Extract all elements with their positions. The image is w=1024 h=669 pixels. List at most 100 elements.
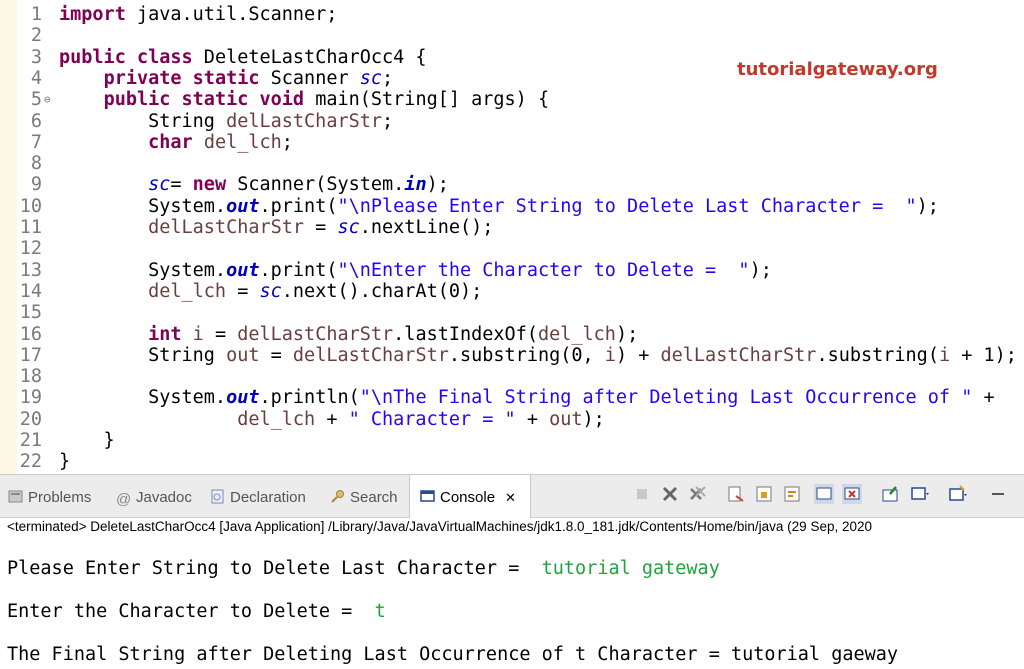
scroll-lock-icon[interactable] (754, 484, 774, 504)
code-token: = (304, 217, 338, 238)
code-token: } (59, 451, 71, 473)
code-token: System. (59, 195, 227, 217)
show-console-output-icon[interactable] (814, 484, 834, 504)
code-token: ) + (615, 344, 661, 366)
code-token: = (259, 344, 293, 366)
code-token: .print( (259, 195, 338, 217)
tab-declaration[interactable]: Declaration (210, 475, 306, 518)
code-text: public class DeleteLastCharOcc4 { (59, 47, 427, 68)
code-text: } (59, 451, 70, 472)
code-text: System.out.print("\nPlease Enter String … (59, 196, 939, 217)
code-token: static (181, 89, 249, 111)
terminate-icon[interactable] (632, 484, 652, 504)
minimize-icon[interactable] (988, 484, 1008, 504)
javadoc-icon: @ (116, 491, 132, 508)
tab-console[interactable]: Console ✕ (409, 475, 531, 518)
code-token: main(String[] args) { (304, 89, 550, 111)
code-token: del_lch (237, 408, 316, 430)
line-number: 5 (30, 89, 42, 111)
code-token: .substring( (816, 344, 939, 366)
code-editor[interactable]: 1 import java.util.Scanner; 2 3 public class… (0, 0, 1024, 474)
open-console-icon[interactable] (948, 484, 968, 504)
tab-label: Search (350, 489, 398, 506)
code-token: String (59, 344, 227, 366)
tab-label: Console (440, 489, 496, 506)
line-number: 9 (30, 174, 42, 196)
line-number: 21 (19, 430, 42, 451)
line-number: 16 (19, 323, 42, 345)
code-token: del_lch (148, 280, 227, 302)
console-icon (420, 490, 435, 502)
line-number: 18 (19, 366, 42, 388)
code-token: sc (337, 217, 360, 238)
remove-launch-icon[interactable] (660, 484, 680, 504)
close-icon[interactable]: ✕ (505, 490, 516, 505)
code-token: .substring(0, (448, 344, 605, 366)
tab-javadoc[interactable]: @ Javadoc (116, 475, 192, 518)
code-token: } (59, 430, 115, 451)
declaration-icon (211, 489, 224, 504)
code-token: + 1); (950, 344, 1017, 366)
code-token: public (103, 89, 171, 111)
code-token: i (192, 323, 204, 345)
code-token: ; (382, 110, 394, 132)
console-line-2: Enter the Character to Delete = t (7, 600, 386, 624)
code-text: import java.util.Scanner; (59, 4, 337, 25)
code-token: "\nEnter the Character to Delete = " (337, 259, 750, 281)
code-token: i (938, 344, 951, 366)
pin-console-icon[interactable] (880, 484, 900, 504)
line-number: 6 (30, 110, 42, 132)
code-token: sc (259, 280, 282, 302)
code-token: ); (615, 323, 639, 345)
word-wrap-icon[interactable] (782, 484, 802, 504)
code-token: delLastCharStr (237, 323, 394, 345)
code-token: public (59, 46, 126, 68)
problems-icon (8, 490, 23, 503)
remove-all-icon[interactable] (688, 484, 708, 504)
line-number: 8 (30, 153, 42, 175)
code-text: private static Scanner sc; (59, 67, 394, 89)
code-token: out (549, 408, 583, 430)
code-text: int i = delLastCharStr.lastIndexOf(del_l… (59, 324, 638, 345)
code-token: = (170, 174, 193, 196)
code-token: " Character = " (348, 408, 516, 430)
tab-search[interactable]: Search (330, 475, 398, 518)
code-token: .lastIndexOf( (393, 323, 538, 345)
show-console-error-icon[interactable] (842, 484, 862, 504)
clear-console-icon[interactable] (726, 484, 746, 504)
console-output[interactable]: Please Enter String to Delete Last Chara… (0, 540, 1024, 669)
code-token: sc (359, 67, 383, 89)
fold-toggle-icon[interactable]: ⊖ (44, 89, 51, 110)
line-number: 19 (19, 387, 42, 409)
code-token: char (148, 131, 193, 153)
line-number: 2 (30, 25, 42, 47)
code-text: del_lch + " Character = " + out); (59, 409, 605, 430)
code-token: del_lch (203, 131, 282, 153)
code-token: static (192, 67, 260, 89)
line-number: 20 (19, 408, 42, 430)
code-token: in (404, 174, 427, 196)
console-line-3: The Final String after Deleting Last Occ… (7, 644, 899, 665)
code-text: String delLastCharStr; (59, 111, 393, 132)
code-token: import (59, 4, 126, 25)
code-token: ); (916, 195, 939, 217)
tab-label: Problems (28, 489, 92, 506)
code-text: del_lch = sc.next().charAt(0); (59, 281, 482, 302)
code-token: ; (281, 131, 293, 153)
display-console-icon[interactable] (910, 484, 930, 504)
code-token: out (226, 195, 260, 217)
code-text: sc= new Scanner(System.in); (59, 174, 449, 195)
tab-label: Declaration (230, 489, 306, 506)
code-token: ); (426, 174, 449, 196)
code-token: ; (382, 67, 394, 89)
tab-problems[interactable]: Problems (8, 475, 91, 518)
console-input: tutorial gateway (541, 558, 720, 579)
